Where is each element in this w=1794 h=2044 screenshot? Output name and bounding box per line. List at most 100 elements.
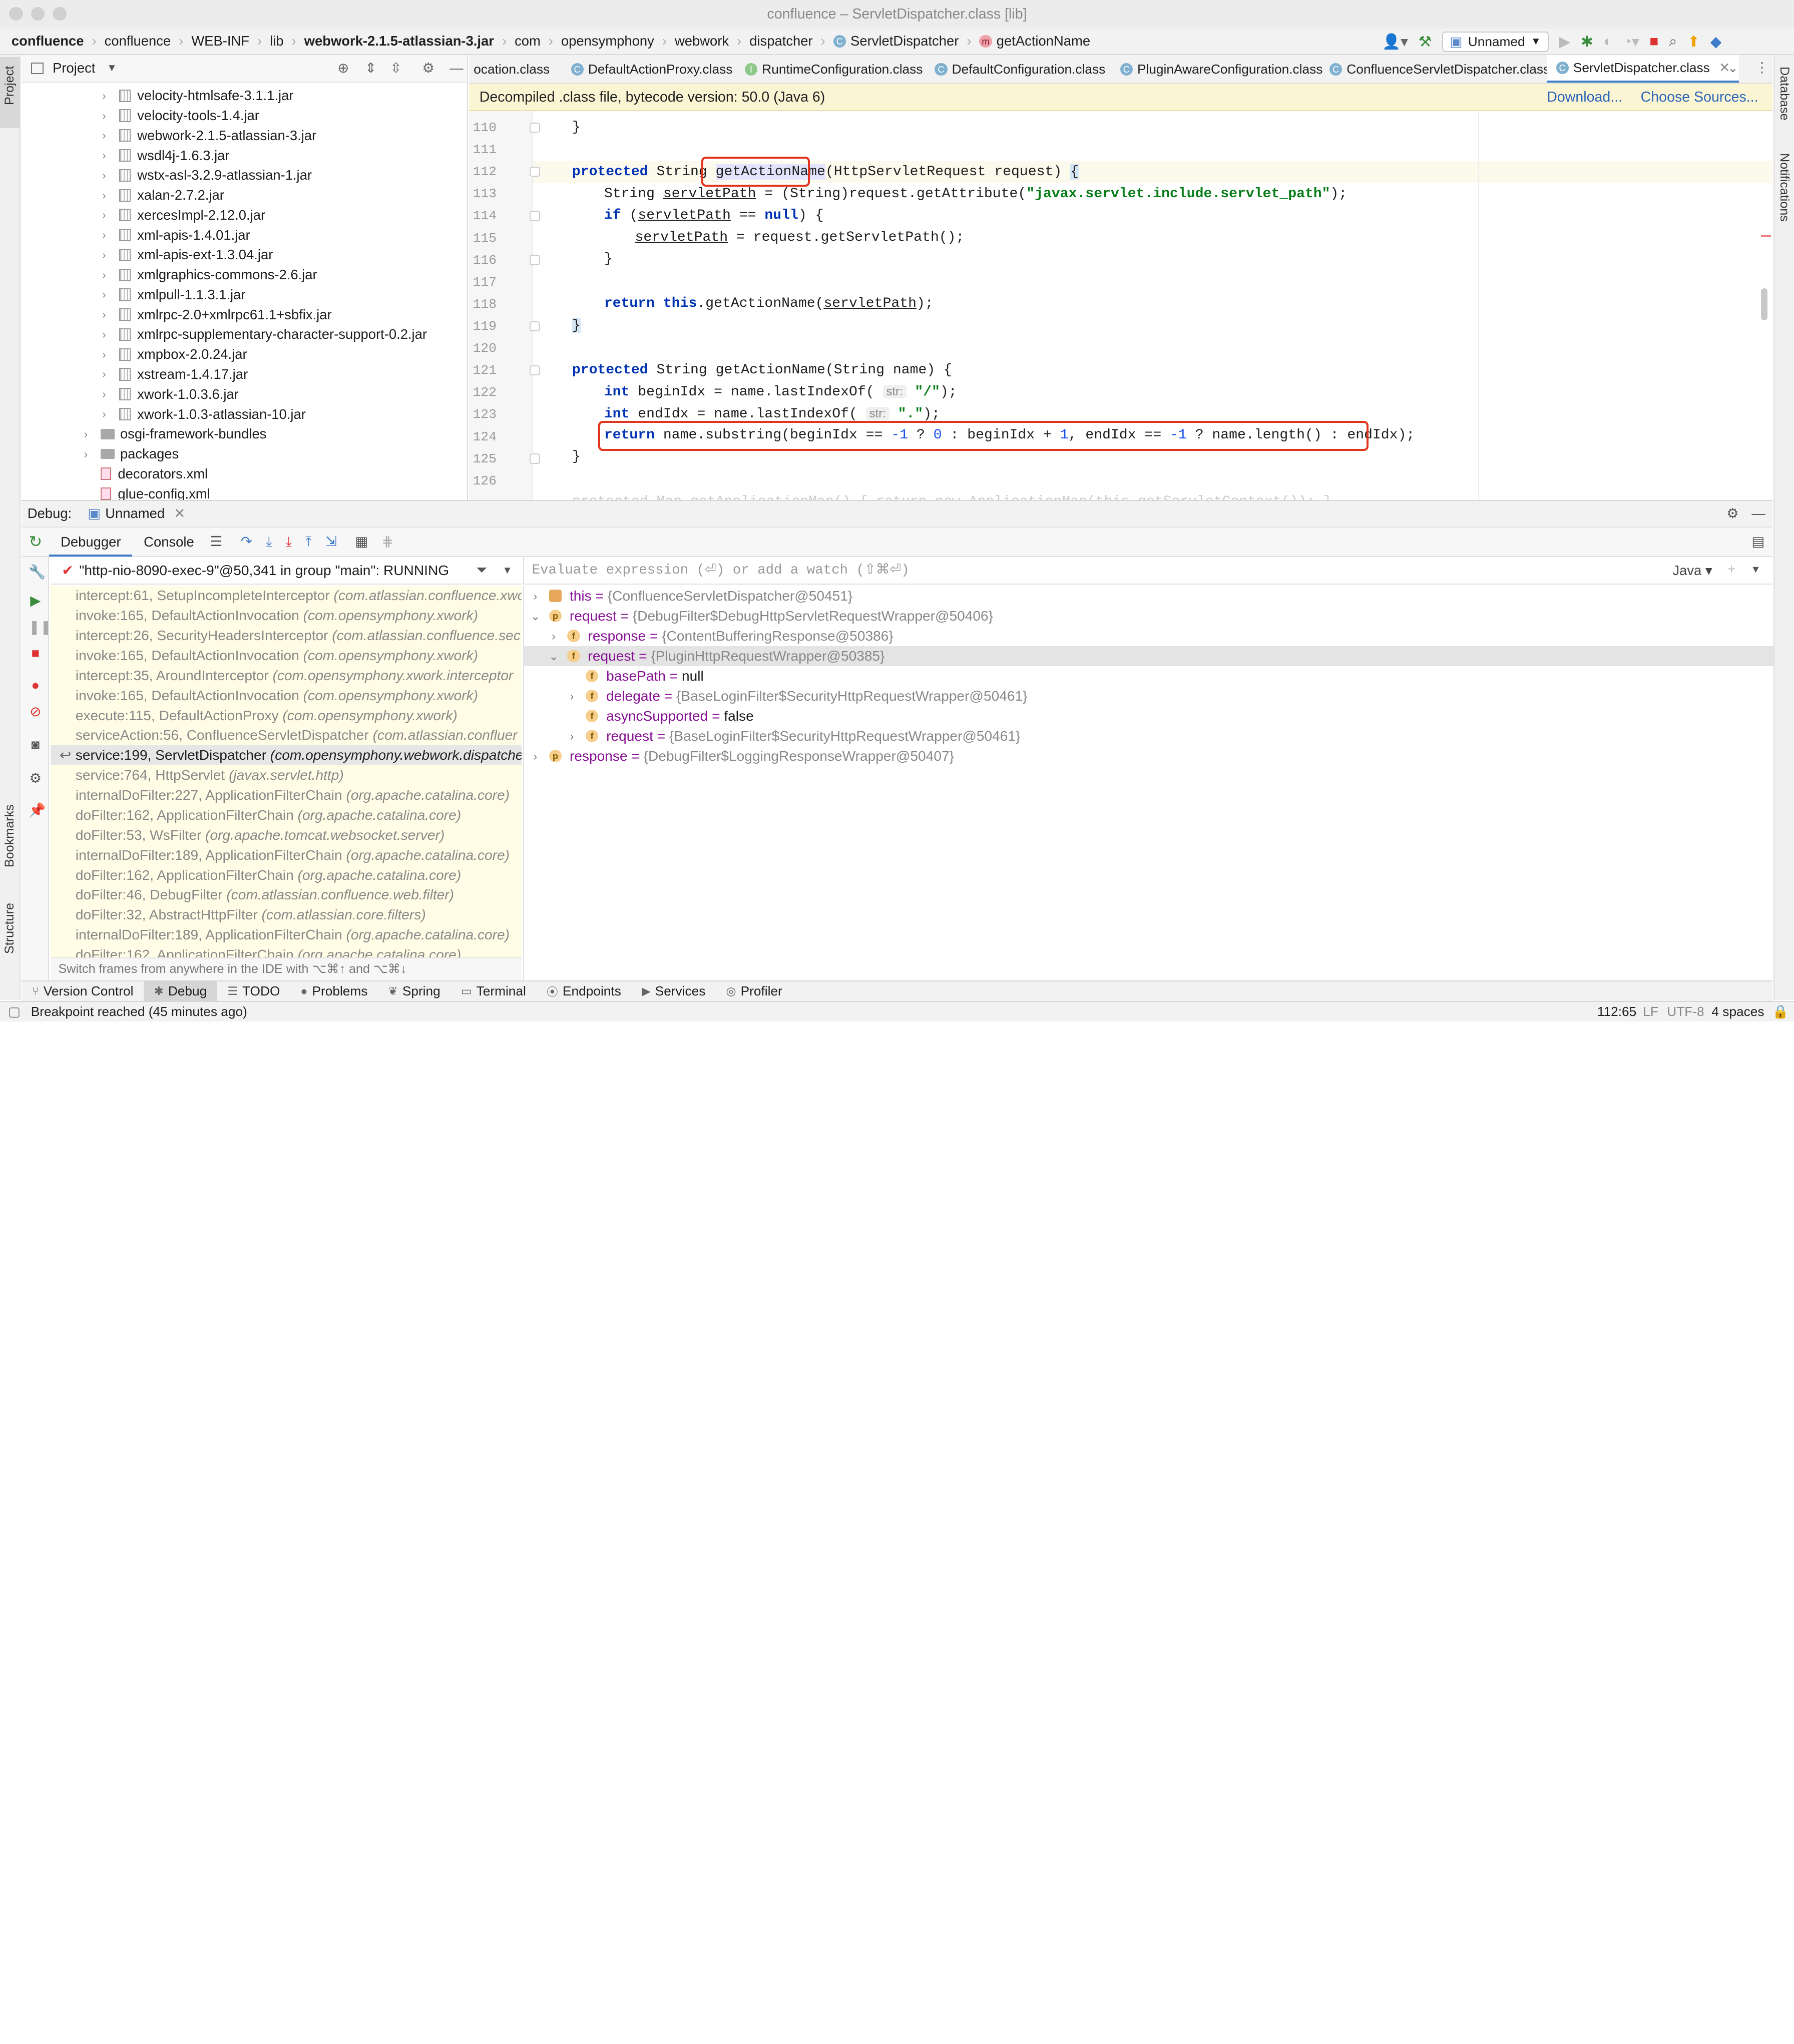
- bookmarks-tool-label[interactable]: Bookmarks: [3, 804, 17, 867]
- stack-frame[interactable]: doFilter:53, WsFilter (org.apache.tomcat…: [51, 825, 522, 845]
- line-number[interactable]: 123: [469, 407, 497, 422]
- debug-icon[interactable]: ✱: [1581, 33, 1593, 51]
- stack-frame[interactable]: service:764, HttpServlet (javax.servlet.…: [51, 765, 522, 785]
- stack-frame[interactable]: execute:115, DefaultActionProxy (com.ope…: [51, 706, 522, 726]
- tool-endpoints[interactable]: ⦿ Endpoints: [536, 981, 631, 1001]
- chevron-down-icon[interactable]: ⌄: [529, 606, 542, 626]
- tool-services[interactable]: ▶ Services: [631, 981, 716, 1001]
- stack-frame[interactable]: intercept:61, SetupIncompleteInterceptor…: [51, 586, 522, 606]
- gear-icon[interactable]: ⚙: [29, 771, 42, 785]
- stop-icon[interactable]: ■: [29, 646, 42, 660]
- tool-spring[interactable]: ❦ Spring: [378, 981, 451, 1001]
- crumb-folder[interactable]: confluence: [105, 33, 171, 49]
- chevron-right-icon[interactable]: ›: [547, 626, 560, 646]
- line-number[interactable]: 115: [469, 231, 497, 246]
- crumb-folder[interactable]: lib: [270, 33, 283, 49]
- stack-frame[interactable]: intercept:35, AroundInterceptor (com.ope…: [51, 666, 522, 686]
- crumb-method[interactable]: m getActionName: [979, 33, 1090, 49]
- tree-item-jar[interactable]: › xalan-2.7.2.jar: [22, 185, 467, 205]
- stack-frame[interactable]: doFilter:162, ApplicationFilterChain (or…: [51, 805, 522, 825]
- camera-icon[interactable]: ◙: [29, 738, 42, 751]
- step-out-icon[interactable]: ⤒: [305, 534, 311, 550]
- line-number[interactable]: 111: [469, 142, 497, 157]
- choose-sources-link[interactable]: Choose Sources...: [1641, 84, 1758, 111]
- tree-item-jar[interactable]: › velocity-tools-1.4.jar: [22, 106, 467, 126]
- minimize-window-button[interactable]: [31, 7, 45, 21]
- tab-console[interactable]: Console: [132, 527, 205, 557]
- thread-selector[interactable]: ✔ "http-nio-8090-exec-9"@50,341 in group…: [50, 557, 522, 585]
- tab-list-chevron-icon[interactable]: ⌄: [1727, 61, 1738, 76]
- editor-tab[interactable]: C PluginAwareConfiguration.class: [1120, 55, 1322, 83]
- fold-marker-icon[interactable]: [530, 255, 540, 265]
- run-to-cursor-icon[interactable]: ⇲: [325, 534, 337, 550]
- error-stripe-marker[interactable]: [1760, 234, 1771, 237]
- step-into-icon[interactable]: ⤓: [266, 534, 272, 550]
- variable-row[interactable]: › f request = {BaseLoginFilter$SecurityHtt…: [524, 726, 1773, 746]
- lock-icon[interactable]: 🔒: [1772, 1002, 1789, 1021]
- line-number[interactable]: 118: [469, 297, 497, 312]
- tree-item-jar[interactable]: › xmlrpc-2.0+xmlrpc61.1+sbfix.jar: [22, 305, 467, 325]
- line-number[interactable]: 112: [469, 164, 497, 179]
- crumb-jar[interactable]: webwork-2.1.5-atlassian-3.jar: [304, 33, 494, 49]
- tree-item-jar[interactable]: › wsdl4j-1.6.3.jar: [22, 146, 467, 166]
- zoom-window-button[interactable]: [53, 7, 67, 21]
- wrench-icon[interactable]: 🔧: [29, 565, 46, 579]
- tree-item-jar[interactable]: › webwork-2.1.5-atlassian-3.jar: [22, 126, 467, 146]
- line-number[interactable]: 122: [469, 385, 497, 400]
- project-view-select[interactable]: Project: [53, 60, 95, 76]
- tree-item-jar[interactable]: › xercesImpl-2.12.0.jar: [22, 205, 467, 225]
- tree-item-jar[interactable]: › xmlgraphics-commons-2.6.jar: [22, 265, 467, 285]
- tree-item-folder[interactable]: › packages: [22, 444, 467, 464]
- tree-item-jar[interactable]: › xstream-1.4.17.jar: [22, 364, 467, 384]
- variable-row[interactable]: ⌄ p request = {DebugFilter$DebugHttpServle…: [524, 606, 1773, 626]
- crumb-class[interactable]: C ServletDispatcher: [833, 33, 959, 49]
- chevron-down-icon[interactable]: ⌄: [547, 646, 560, 666]
- chevron-right-icon[interactable]: ›: [78, 427, 94, 441]
- layout-icon[interactable]: ▤: [1751, 534, 1764, 550]
- variable-row[interactable]: › this = {ConfluenceServletDispatcher@504…: [524, 586, 1773, 606]
- mute-breakpoints-icon[interactable]: ⊘: [29, 705, 42, 718]
- stack-frame[interactable]: internalDoFilter:189, ApplicationFilterC…: [51, 845, 522, 865]
- tool-profiler[interactable]: ◎ Profiler: [716, 981, 792, 1001]
- chevron-right-icon[interactable]: ›: [96, 248, 112, 262]
- build-hammer-icon[interactable]: ⚒: [1419, 33, 1432, 51]
- line-number[interactable]: 113: [469, 186, 497, 201]
- stack-frame[interactable]: doFilter:32, AbstractHttpFilter (com.atl…: [51, 905, 522, 925]
- chevron-down-icon[interactable]: ▼: [107, 62, 117, 74]
- chevron-right-icon[interactable]: ›: [96, 129, 112, 142]
- editor-tab[interactable]: C DefaultActionProxy.class: [571, 55, 732, 83]
- tool-problems[interactable]: ● Problems: [290, 981, 378, 1001]
- chevron-right-icon[interactable]: ›: [96, 89, 112, 103]
- crumb-package[interactable]: opensymphony: [561, 33, 654, 49]
- menu-icon[interactable]: ☰: [210, 534, 223, 550]
- search-icon[interactable]: ⌕: [1669, 33, 1677, 50]
- download-sources-link[interactable]: Download...: [1547, 84, 1622, 111]
- fold-marker-icon[interactable]: [530, 166, 540, 177]
- crosshair-icon[interactable]: ⊕: [337, 60, 349, 76]
- fold-marker-icon[interactable]: [530, 321, 540, 332]
- user-icon[interactable]: 👤▾: [1382, 33, 1408, 51]
- tab-debugger[interactable]: Debugger: [49, 527, 133, 557]
- crumb-package[interactable]: dispatcher: [749, 33, 812, 49]
- chevron-right-icon[interactable]: ›: [96, 328, 112, 341]
- database-tool-label[interactable]: Database: [1777, 67, 1791, 121]
- structure-tool-label[interactable]: Structure: [3, 903, 17, 954]
- tree-item-jar[interactable]: › xml-apis-ext-1.3.04.jar: [22, 245, 467, 265]
- stack-frame[interactable]: internalDoFilter:227, ApplicationFilterC…: [51, 785, 522, 805]
- resume-icon[interactable]: ▶: [29, 594, 42, 607]
- chevron-right-icon[interactable]: ›: [96, 367, 112, 381]
- update-icon[interactable]: ⬆: [1687, 33, 1700, 51]
- chevron-right-icon[interactable]: ›: [78, 447, 94, 461]
- editor-scrollbar-thumb[interactable]: [1760, 288, 1768, 320]
- chevron-right-icon[interactable]: ›: [96, 268, 112, 282]
- gear-icon[interactable]: ⚙: [422, 60, 434, 76]
- force-step-into-icon[interactable]: ⤓: [286, 534, 292, 550]
- profile-icon[interactable]: ◔▾: [1623, 33, 1639, 51]
- debug-session-tab[interactable]: ▣ Unnamed ✕: [88, 505, 185, 522]
- fold-marker-icon[interactable]: [530, 365, 540, 376]
- chevron-down-icon[interactable]: ▼: [502, 565, 512, 577]
- editor-tab[interactable]: I RuntimeConfiguration.class: [744, 55, 923, 83]
- variable-row[interactable]: ⌄ f request = {PluginHttpRequestWrapper@50…: [524, 646, 1773, 667]
- status-message[interactable]: Breakpoint reached (45 minutes ago): [31, 1002, 247, 1021]
- editor-tab[interactable]: ocation.class: [474, 55, 550, 83]
